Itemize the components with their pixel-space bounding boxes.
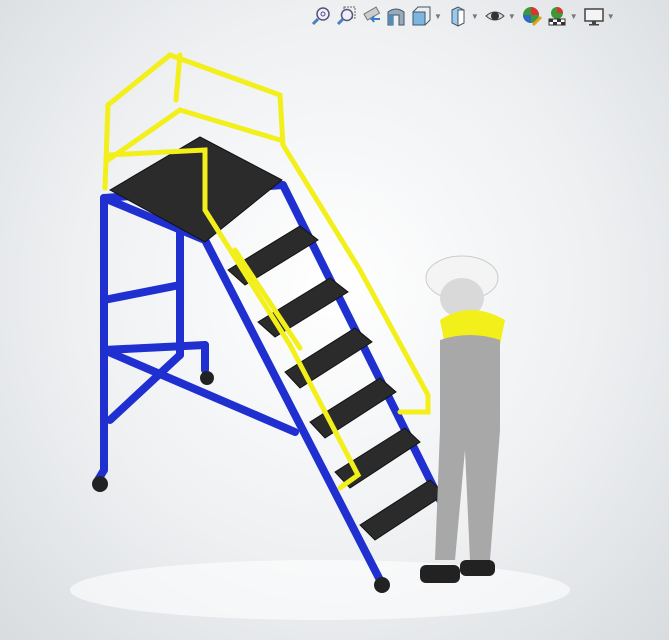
- graphics-viewport[interactable]: ▼ ▼ ▼ ▼ ▼: [0, 0, 669, 640]
- casters: [92, 371, 451, 593]
- human-figure: [420, 255, 505, 583]
- rolling-platform-ladder-model[interactable]: [0, 0, 669, 640]
